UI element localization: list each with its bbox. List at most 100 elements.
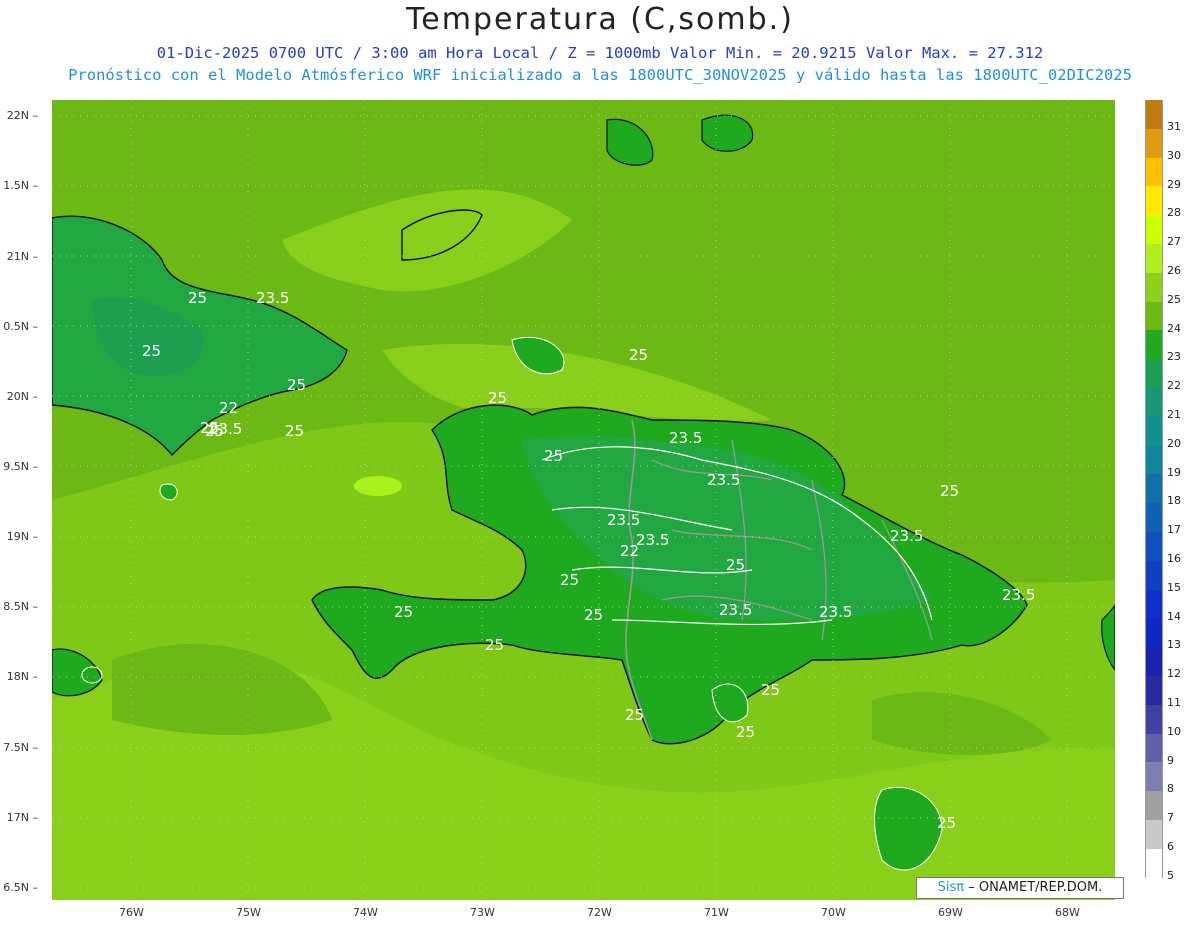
contour-label: 25 [287,376,306,394]
colorbar-segment [1145,128,1163,158]
contour-label: 23.5 [607,511,640,529]
colorbar-label: 15 [1167,580,1181,594]
lon-label: 74W [353,906,378,919]
colorbar-label: 31 [1167,120,1181,133]
lat-label: 6.5N – [3,881,38,894]
colorbar-label: 20 [1167,436,1181,450]
lon-label: 69W [938,906,963,919]
colorbar-label: 23 [1167,350,1181,364]
colorbar-label: 11 [1167,696,1181,709]
lat-label: 0.5N – [3,320,38,333]
contour-label: 25 [544,447,563,465]
lon-label: 72W [587,906,612,919]
lat-label: 9.5N – [3,460,38,473]
contour-label: 23.5 [707,471,740,489]
lat-label: 17N – [6,811,38,824]
contour-label: 25 [726,556,745,574]
map-svg: 25 23.525222523.525252523.52523.523.52523… [52,100,1115,900]
colorbar-segment [1145,532,1163,561]
subtitle-time-range: 01-Dic-2025 0700 UTC / 3:00 am Hora Loca… [156,44,1044,62]
colorbar-segment [1145,704,1163,734]
contour-label: 25 [937,814,956,832]
contour-label: 25 [761,681,780,699]
credit-text: – ONAMET/REP.DOM. [968,880,1103,895]
lon-label: 71W [704,906,729,919]
colorbar-segment [1145,330,1163,360]
colorbar-label: 25 [1167,292,1181,306]
contour-label: 25 [394,603,413,621]
contour-label: 25 [142,342,161,360]
contour-label: 23.5 [256,289,289,307]
lon-label: 73W [470,906,495,919]
contour-label: 25 [584,606,603,624]
colorbar-segment [1145,676,1163,705]
colorbar-label: 19 [1167,465,1181,479]
contour-label: 25 [625,706,644,724]
contour-label: 23.5 [636,531,669,549]
colorbar-label: 26 [1167,264,1181,277]
colorbar-label: 16 [1167,552,1181,565]
lon-label: 75W [236,906,261,919]
contour-label: 25 [560,571,579,589]
contour-label: 23.5 [1002,586,1035,604]
sea-27-spot [354,476,402,496]
colorbar-segment [1145,848,1163,878]
colorbar-segment [1145,618,1163,648]
lon-label: 68W [1055,906,1080,919]
colorbar-segment [1145,215,1163,244]
contour-label: 25 [188,289,207,307]
colorbar-label: 9 [1167,753,1174,767]
lon-label: 76W [119,906,144,919]
colorbar-segment [1145,157,1163,187]
colorbar-segment [1145,244,1163,273]
colorbar-segment [1145,762,1163,792]
lat-label: 21N – [6,250,38,263]
colorbar-label: 17 [1167,523,1181,537]
lat-label: 22N – [6,109,38,122]
lat-label: 18N – [6,670,38,683]
colorbar-label: 27 [1167,235,1181,249]
colorbar-label: 6 [1167,840,1174,853]
lat-label: 8.5N – [3,600,38,613]
contour-label: 23.5 [819,603,852,621]
contour-label: 22 [219,399,238,417]
colorbar-segment [1145,100,1163,129]
contour-label: 25 [285,422,304,440]
temperature-map: 25 23.5 25 22 25 23.5 25 25 25 23.5 25 23.5 23.5 25 23… [52,100,1115,900]
colorbar-segment [1145,791,1163,820]
colorbar-label: 28 [1167,206,1181,220]
contour-label: 23.5 [719,601,752,619]
colorbar-segment [1145,560,1163,590]
colorbar-label: 10 [1167,724,1181,738]
contour-label: 25 [940,482,959,500]
colorbar-segment [1145,359,1163,388]
turks-caicos-island [701,114,754,152]
colorbar-label: 30 [1167,148,1181,162]
subtitle-model-info: Pronóstico con el Modelo Atmósferico WRF… [68,66,1132,84]
colorbar-segment [1145,272,1163,302]
colorbar-segment [1145,503,1163,532]
colorbar-segment [1145,388,1163,417]
colorbar-label: 12 [1167,667,1181,681]
contour-label: 25 [629,346,648,364]
colorbar-segment [1145,445,1163,475]
contour-label: 25 [736,723,755,741]
colorbar-segment [1145,589,1163,619]
colorbar-segment [1145,820,1163,849]
contour-label: 22 [620,542,639,560]
contour-label: 25 [200,419,219,437]
lat-label: 19N – [6,530,38,543]
lat-label: 20N – [6,390,38,403]
colorbar-label: 18 [1167,494,1181,508]
colorbar-segment [1145,301,1163,331]
colorbar-segment [1145,733,1163,763]
lon-label: 70W [821,906,846,919]
lat-label: 1.5N – [3,179,38,192]
colorbar-segment [1145,647,1163,676]
colorbar-label: 14 [1167,609,1181,623]
colorbar-label: 22 [1167,379,1181,393]
contour-label: 23.5 [669,429,702,447]
colorbar-segment [1145,416,1163,446]
colorbar-label: 29 [1167,177,1181,191]
colorbar-segment [1145,186,1163,216]
